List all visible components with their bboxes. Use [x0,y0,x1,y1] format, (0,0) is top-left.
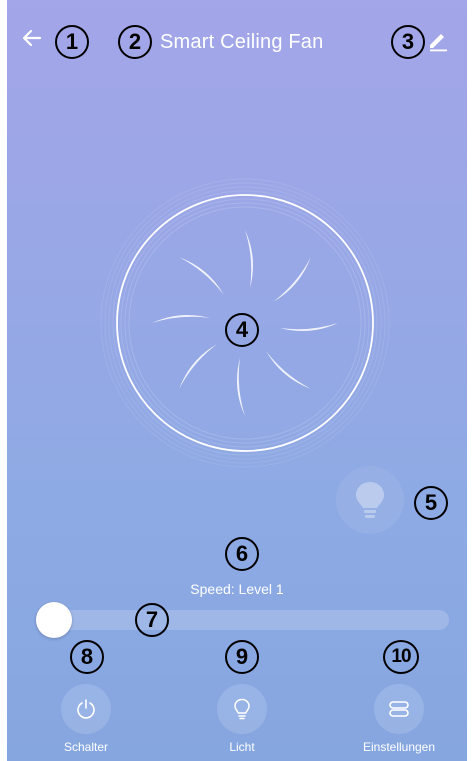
fan-blade [280,323,338,332]
speed-slider-thumb[interactable] [36,602,72,638]
power-button[interactable] [61,684,111,734]
annotation-marker-7: 7 [135,603,169,637]
fan-blade [152,314,210,323]
light-toggle-button[interactable] [336,466,404,534]
power-icon [77,699,95,719]
fan-blade [273,257,311,302]
settings-toggle-icon [389,701,409,717]
power-label: Schalter [63,740,109,754]
annotation-marker-9: 9 [225,640,259,674]
fan-blade [179,344,217,389]
annotation-marker-8: 8 [70,640,104,674]
annotation-marker-3: 3 [391,25,425,59]
annotation-marker-10: 10 [383,640,419,674]
fan-blade [236,358,245,416]
light-label: Licht [229,740,255,754]
lightbulb-icon [356,482,384,518]
annotation-marker-4: 4 [225,313,259,347]
fan-blade [245,230,254,288]
light-button[interactable] [217,684,267,734]
annotation-marker-2: 2 [118,25,152,59]
speed-label: Speed: Level 1 [190,581,284,597]
fan-blade [179,257,224,295]
annotation-marker-1: 1 [55,25,89,59]
arrow-left-icon[interactable] [20,26,44,50]
speed-slider-track[interactable] [43,610,449,630]
lightbulb-outline-icon [234,698,250,720]
fan-blade [266,351,311,389]
pencil-icon[interactable] [427,30,449,52]
settings-label: Einstellungen [362,740,436,754]
annotation-marker-6: 6 [225,537,259,571]
annotation-marker-5: 5 [414,486,448,520]
page-title: Smart Ceiling Fan [160,31,324,53]
settings-button[interactable] [374,684,424,734]
